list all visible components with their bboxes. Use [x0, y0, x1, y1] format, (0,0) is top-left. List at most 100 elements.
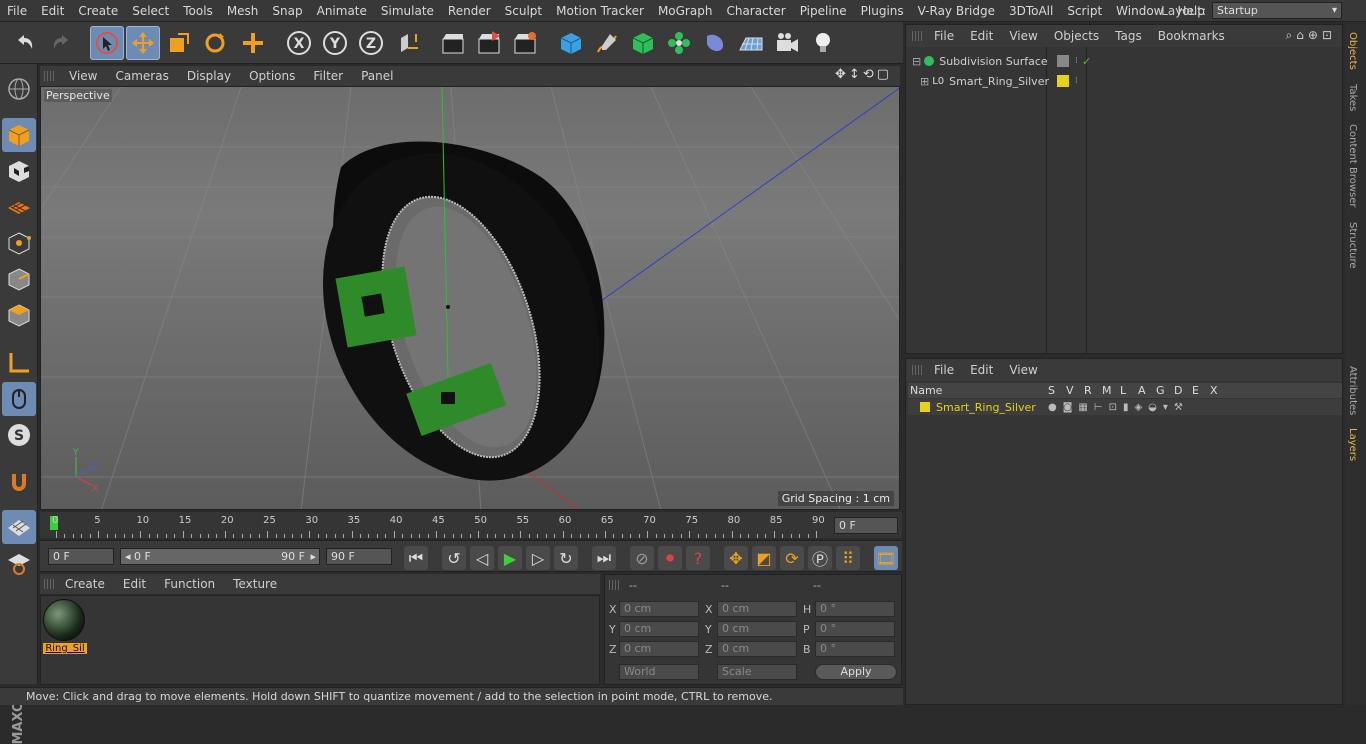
layer-color-swatch[interactable]: [920, 402, 930, 412]
start-frame-field[interactable]: 0 F: [48, 548, 114, 565]
object-row-smart-ring-silver[interactable]: ⊞ L0 Smart_Ring_Silver ⁞: [920, 72, 1078, 90]
add-light-button[interactable]: [806, 26, 840, 60]
make-editable-button[interactable]: [2, 72, 36, 106]
menu-vray-bridge[interactable]: V-Ray Bridge: [911, 0, 1002, 22]
add-cube-button[interactable]: [554, 26, 588, 60]
rot-h-field[interactable]: 0 °: [815, 601, 895, 617]
rot-b-field[interactable]: 0 °: [815, 641, 895, 657]
object-menu-file[interactable]: File: [926, 29, 962, 43]
rot-p-field[interactable]: 0 °: [815, 621, 895, 637]
size-mode-dropdown[interactable]: Scale: [717, 664, 797, 680]
points-mode-button[interactable]: [2, 226, 36, 260]
col-locked[interactable]: L: [1120, 384, 1138, 397]
y-axis-lock-button[interactable]: Y: [318, 26, 352, 60]
axis-mode-button[interactable]: [2, 346, 36, 380]
menu-animate[interactable]: Animate: [310, 0, 374, 22]
render-picture-viewer-button[interactable]: [472, 26, 506, 60]
coordinate-mode-dropdown[interactable]: World: [619, 664, 699, 680]
live-selection-button[interactable]: [90, 26, 124, 60]
col-view[interactable]: V: [1066, 384, 1084, 397]
menu-pipeline[interactable]: Pipeline: [793, 0, 854, 22]
tab-attributes[interactable]: Attributes: [1347, 366, 1358, 415]
object-menu-objects[interactable]: Objects: [1046, 29, 1107, 43]
col-name[interactable]: Name: [908, 384, 1048, 397]
record-keys-button[interactable]: ⊘: [630, 546, 654, 570]
pos-z-field[interactable]: 0 cm: [619, 641, 699, 657]
col-render[interactable]: R: [1084, 384, 1102, 397]
next-frame-button[interactable]: ▷: [526, 546, 550, 570]
size-x-field[interactable]: 0 cm: [717, 601, 797, 617]
key-rotation-button[interactable]: ⟳: [780, 546, 804, 570]
x-axis-lock-button[interactable]: X: [282, 26, 316, 60]
previous-keyframe-button[interactable]: ↺: [442, 546, 466, 570]
recent-tool-button[interactable]: [236, 26, 270, 60]
object-menu-view[interactable]: View: [1001, 29, 1045, 43]
render-view-button[interactable]: [436, 26, 470, 60]
locked-workplane-button[interactable]: [2, 546, 36, 580]
move-tool-button[interactable]: [126, 26, 160, 60]
auto-keying-button[interactable]: ⏺: [658, 546, 682, 570]
col-animation[interactable]: A: [1138, 384, 1156, 397]
add-deformer-button[interactable]: [698, 26, 732, 60]
add-spline-button[interactable]: [590, 26, 624, 60]
material-menu-create[interactable]: Create: [56, 577, 114, 591]
object-manager-nav-icons[interactable]: ⌕⌂⊕⊡: [1286, 28, 1336, 43]
menu-character[interactable]: Character: [719, 0, 792, 22]
add-mograph-button[interactable]: [662, 26, 696, 60]
frame-range-slider[interactable]: ◂ 0 F 90 F ▸: [120, 548, 320, 565]
tab-structure[interactable]: Structure: [1347, 222, 1358, 269]
menu-mograph[interactable]: MoGraph: [651, 0, 720, 22]
redo-button[interactable]: [44, 26, 78, 60]
undo-button[interactable]: [8, 26, 42, 60]
tab-layers[interactable]: Layers: [1347, 428, 1358, 461]
menu-script[interactable]: Script: [1060, 0, 1109, 22]
visibility-dots-icon[interactable]: ⁞: [1075, 76, 1078, 86]
object-menu-edit[interactable]: Edit: [962, 29, 1001, 43]
size-y-field[interactable]: 0 cm: [717, 621, 797, 637]
viewport-menu-display[interactable]: Display: [178, 69, 240, 83]
render-settings-button[interactable]: [508, 26, 542, 60]
menu-3dtoall[interactable]: 3DToAll: [1002, 0, 1060, 22]
object-menu-tags[interactable]: Tags: [1107, 29, 1150, 43]
viewport-menu-filter[interactable]: Filter: [304, 69, 352, 83]
polygons-mode-button[interactable]: [2, 298, 36, 332]
menu-create[interactable]: Create: [71, 0, 125, 22]
menu-edit[interactable]: Edit: [34, 0, 71, 22]
size-z-field[interactable]: 0 cm: [717, 641, 797, 657]
col-solo[interactable]: S: [1048, 384, 1066, 397]
workplane-mode-button[interactable]: [2, 190, 36, 224]
material-menu-edit[interactable]: Edit: [114, 577, 155, 591]
timeline-window-button[interactable]: 🎞: [874, 546, 898, 570]
layer-row[interactable]: Smart_Ring_Silver ●◙▦⊢⊡▮◈◒▾⚒: [908, 399, 1342, 415]
col-deformers[interactable]: D: [1174, 384, 1192, 397]
keyframe-selection-button[interactable]: ?: [686, 546, 710, 570]
object-menu-bookmarks[interactable]: Bookmarks: [1150, 29, 1233, 43]
key-scale-button[interactable]: ◩: [752, 546, 776, 570]
pos-x-field[interactable]: 0 cm: [619, 601, 699, 617]
scale-tool-button[interactable]: [162, 26, 196, 60]
key-position-button[interactable]: ✥: [724, 546, 748, 570]
edges-mode-button[interactable]: [2, 262, 36, 296]
workplane-lock-button[interactable]: [2, 510, 36, 544]
model-mode-button[interactable]: [2, 118, 36, 152]
layer-menu-file[interactable]: File: [926, 363, 962, 377]
go-to-start-button[interactable]: ⏮: [404, 546, 428, 570]
col-manager[interactable]: M: [1102, 384, 1120, 397]
pos-y-field[interactable]: 0 cm: [619, 621, 699, 637]
viewport-menu-panel[interactable]: Panel: [352, 69, 402, 83]
enabled-check-icon[interactable]: ✓: [1082, 55, 1091, 68]
solo-button[interactable]: S: [2, 418, 36, 452]
end-frame-field[interactable]: 90 F: [326, 548, 392, 565]
rotate-tool-button[interactable]: [198, 26, 232, 60]
key-parameter-button[interactable]: Ⓟ: [808, 546, 832, 570]
tab-takes[interactable]: Takes: [1347, 84, 1358, 111]
viewport-menu-options[interactable]: Options: [240, 69, 304, 83]
layer-menu-view[interactable]: View: [1001, 363, 1045, 377]
viewport-menu-cameras[interactable]: Cameras: [106, 69, 177, 83]
material-menu-texture[interactable]: Texture: [224, 577, 286, 591]
menu-select[interactable]: Select: [125, 0, 176, 22]
layer-color-swatch[interactable]: [1057, 75, 1069, 87]
key-pla-button[interactable]: ⠿: [836, 546, 860, 570]
apply-button[interactable]: Apply: [815, 664, 897, 680]
previous-frame-button[interactable]: ◁: [470, 546, 494, 570]
